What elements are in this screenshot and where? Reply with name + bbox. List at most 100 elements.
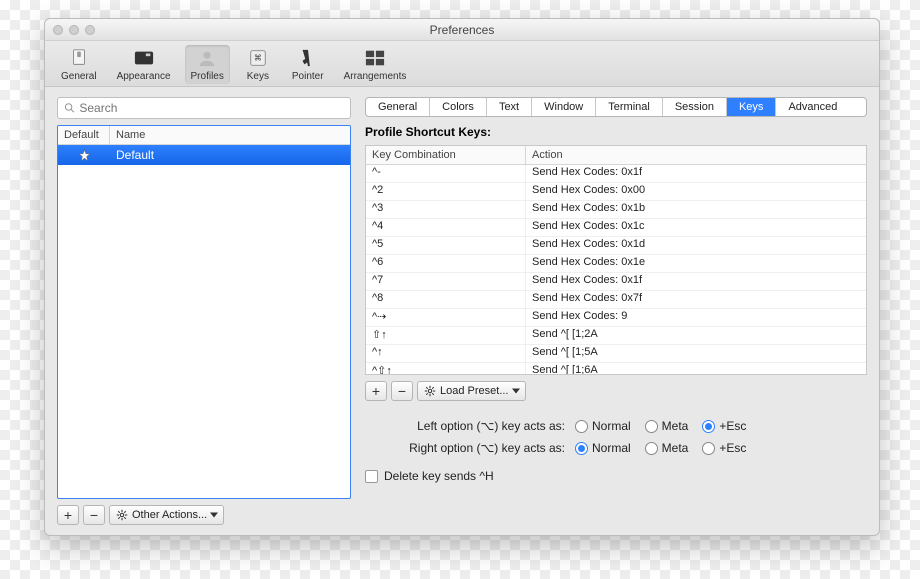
delete-key-checkbox[interactable] (365, 470, 378, 483)
profiles-header: Default Name (58, 126, 350, 145)
other-actions-button[interactable]: Other Actions... (109, 505, 224, 525)
search-input[interactable] (79, 101, 344, 115)
cell-combo: ^- (366, 165, 526, 182)
right-option-meta[interactable]: Meta (645, 441, 689, 455)
radio-label: +Esc (719, 441, 746, 455)
cell-action: Send Hex Codes: 0x7f (526, 291, 866, 308)
table-row[interactable]: ^⇧↑Send ^[ [1;6A (366, 363, 866, 374)
load-preset-label: Load Preset... (440, 385, 509, 397)
tab-session[interactable]: Session (663, 98, 727, 116)
table-row[interactable]: ^7Send Hex Codes: 0x1f (366, 273, 866, 291)
search-icon (64, 102, 75, 114)
load-preset-button[interactable]: Load Preset... (417, 381, 526, 401)
toolbar-item-appearance[interactable]: Appearance (111, 45, 177, 84)
right-pane: GeneralColorsTextWindowTerminalSessionKe… (365, 97, 867, 525)
cell-combo: ^7 (366, 273, 526, 290)
table-row[interactable]: ⇧↑Send ^[ [1;2A (366, 327, 866, 345)
cell-combo: ^↑ (366, 345, 526, 362)
table-row[interactable]: ^-Send Hex Codes: 0x1f (366, 165, 866, 183)
table-row[interactable]: ^↑Send ^[ [1;5A (366, 345, 866, 363)
remove-key-button[interactable]: − (391, 381, 413, 401)
keys-table[interactable]: Key Combination Action ^-Send Hex Codes:… (365, 145, 867, 375)
cell-action: Send Hex Codes: 0x1c (526, 219, 866, 236)
tab-window[interactable]: Window (532, 98, 596, 116)
right-option-group: Normal Meta +Esc (575, 441, 746, 455)
profiles-buttons: + − Other Actions... (57, 505, 351, 525)
right-option-esc[interactable]: +Esc (702, 441, 746, 455)
cell-combo: ⇧↑ (366, 327, 526, 344)
cell-action: Send Hex Codes: 9 (526, 309, 866, 326)
radio-label: Meta (662, 419, 689, 433)
gear-icon (424, 385, 436, 397)
toolbar: General Appearance Profiles ⌘KeysPointer Arr… (45, 41, 879, 87)
toolbar-label: Arrangements (344, 71, 407, 82)
radio-icon (645, 420, 658, 433)
toolbar-label: General (61, 71, 97, 82)
table-row[interactable]: ^4Send Hex Codes: 0x1c (366, 219, 866, 237)
toolbar-item-keys[interactable]: ⌘Keys (238, 45, 278, 84)
cell-combo: ^8 (366, 291, 526, 308)
left-option-meta[interactable]: Meta (645, 419, 689, 433)
content: Default Name Default + − Other Actions..… (45, 87, 879, 535)
cell-combo: ^2 (366, 183, 526, 200)
left-pane: Default Name Default + − Other Actions..… (57, 97, 351, 525)
add-profile-button[interactable]: + (57, 505, 79, 525)
general-icon (65, 47, 93, 69)
profiles-list[interactable]: Default Name Default (57, 125, 351, 499)
titlebar: Preferences (45, 19, 879, 41)
table-row[interactable]: ^⇢Send Hex Codes: 9 (366, 309, 866, 327)
table-row[interactable]: ^6Send Hex Codes: 0x1e (366, 255, 866, 273)
radio-icon (702, 442, 715, 455)
toolbar-label: Profiles (191, 71, 224, 82)
profiles-icon (193, 47, 221, 69)
tab-colors[interactable]: Colors (430, 98, 487, 116)
tab-text[interactable]: Text (487, 98, 532, 116)
cell-combo: ^6 (366, 255, 526, 272)
tab-terminal[interactable]: Terminal (596, 98, 663, 116)
left-option-esc[interactable]: +Esc (702, 419, 746, 433)
right-option-row: Right option (⌥) key acts as: Normal Meta… (365, 437, 867, 459)
profile-row[interactable]: Default (58, 145, 350, 165)
keys-icon: ⌘ (244, 47, 272, 69)
keys-table-header: Key Combination Action (366, 146, 866, 165)
cell-combo: ^5 (366, 237, 526, 254)
search-field[interactable] (57, 97, 351, 119)
table-row[interactable]: ^8Send Hex Codes: 0x7f (366, 291, 866, 309)
remove-profile-button[interactable]: − (83, 505, 105, 525)
right-option-normal[interactable]: Normal (575, 441, 631, 455)
toolbar-item-general[interactable]: General (55, 45, 103, 84)
preferences-window: Preferences GeneralAppearanceProfiles⌘Ke… (44, 18, 880, 536)
toolbar-item-arrangements[interactable]: Arrangements (338, 45, 413, 84)
radio-label: Normal (592, 441, 631, 455)
toolbar-label: Appearance (117, 71, 171, 82)
tab-keys[interactable]: Keys (727, 98, 776, 116)
left-option-group: Normal Meta +Esc (575, 419, 746, 433)
radio-icon (702, 420, 715, 433)
other-actions-label: Other Actions... (132, 509, 207, 521)
left-option-row: Left option (⌥) key acts as: NormalMeta+… (365, 415, 867, 437)
radio-label: Meta (662, 441, 689, 455)
radio-label: +Esc (719, 419, 746, 433)
toolbar-item-pointer[interactable]: Pointer (286, 45, 330, 84)
pointer-icon (294, 47, 322, 69)
toolbar-item-profiles[interactable]: Profiles (185, 45, 230, 84)
radio-label: Normal (592, 419, 631, 433)
table-row[interactable]: ^2Send Hex Codes: 0x00 (366, 183, 866, 201)
section-title: Profile Shortcut Keys: (365, 125, 867, 139)
option-rows: Left option (⌥) key acts as: NormalMeta+… (365, 415, 867, 459)
tab-general[interactable]: General (366, 98, 430, 116)
delete-key-row[interactable]: Delete key sends ^H (365, 469, 867, 483)
radio-icon (645, 442, 658, 455)
cell-action: Send ^[ [1;6A (526, 363, 866, 374)
arrangements-icon (361, 47, 389, 69)
tab-advanced[interactable]: Advanced (776, 98, 849, 116)
left-option-normal[interactable]: Normal (575, 419, 631, 433)
cell-combo: ^4 (366, 219, 526, 236)
right-option-label: Right option (⌥) key acts as: (365, 441, 575, 455)
add-key-button[interactable]: + (365, 381, 387, 401)
table-row[interactable]: ^3Send Hex Codes: 0x1b (366, 201, 866, 219)
cell-action: Send Hex Codes: 0x1b (526, 201, 866, 218)
svg-text:⌘: ⌘ (254, 54, 262, 63)
cell-action: Send Hex Codes: 0x00 (526, 183, 866, 200)
table-row[interactable]: ^5Send Hex Codes: 0x1d (366, 237, 866, 255)
